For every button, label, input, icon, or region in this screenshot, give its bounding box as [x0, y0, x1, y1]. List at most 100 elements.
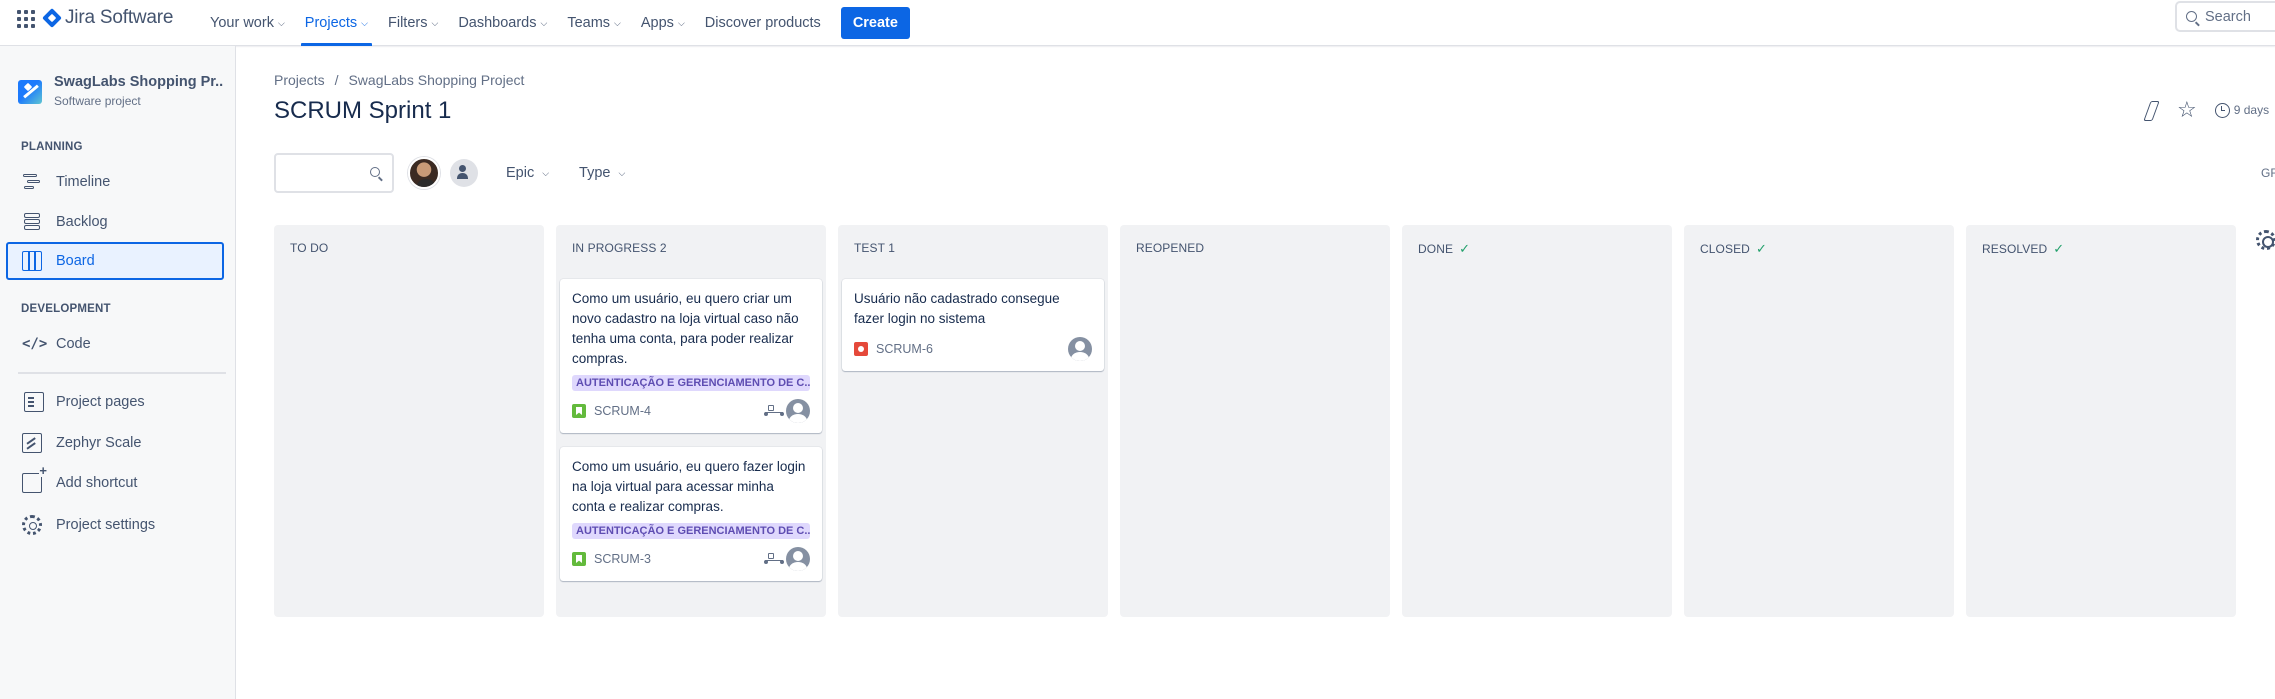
- project-name: SwagLabs Shopping Pr...: [54, 74, 224, 90]
- search-icon: [2186, 11, 2197, 22]
- assignee-avatar[interactable]: [1068, 337, 1092, 361]
- sidebar-item-zephyr-scale[interactable]: Zephyr Scale: [6, 424, 224, 462]
- column-title: RESOLVED: [1982, 242, 2048, 256]
- code-icon: </>: [22, 336, 48, 352]
- automation-icon[interactable]: [2143, 100, 2159, 120]
- type-filter-label: Type: [579, 165, 611, 181]
- sidebar: SwagLabs Shopping Pr... Software project…: [0, 46, 236, 699]
- logo-text: Jira Software: [65, 7, 174, 28]
- assignee-avatar[interactable]: [786, 399, 810, 423]
- column-header: IN PROGRESS 2: [572, 241, 667, 255]
- project-header[interactable]: SwagLabs Shopping Pr... Software project: [18, 74, 224, 108]
- epic-filter-button[interactable]: Epic ⌵: [500, 157, 555, 189]
- sidebar-item-board[interactable]: Board: [6, 242, 224, 280]
- add-shortcut-icon: [22, 465, 47, 493]
- board-column-done[interactable]: DONE ✓: [1402, 225, 1672, 617]
- sidebar-item-backlog[interactable]: Backlog: [6, 203, 224, 241]
- sidebar-item-label: Zephyr Scale: [56, 435, 142, 451]
- create-button[interactable]: Create: [840, 7, 910, 39]
- clock-icon: [2214, 102, 2230, 118]
- issue-card-scrum-3[interactable]: Como um usuário, eu quero fazer login na…: [560, 447, 822, 581]
- page-title: SCRUM Sprint 1: [274, 97, 452, 124]
- sprint-time-remaining[interactable]: 9 days: [2214, 102, 2269, 118]
- epic-lozenge[interactable]: AUTENTICAÇÃO E GERENCIAMENTO DE C...: [572, 375, 810, 391]
- nav-filters[interactable]: Filters ⌵: [378, 0, 448, 46]
- board-settings-icon[interactable]: [2256, 230, 2275, 250]
- child-issues-icon[interactable]: [764, 553, 784, 566]
- column-header: DONE ✓: [1418, 241, 1470, 257]
- check-icon: ✓: [1755, 241, 1767, 256]
- card-footer: SCRUM-6: [854, 337, 1092, 361]
- assignee-avatar[interactable]: [786, 547, 810, 571]
- nav-label: Filters: [388, 15, 428, 31]
- story-icon: [572, 404, 586, 418]
- sidebar-item-label: Project pages: [56, 394, 145, 410]
- column-title: IN PROGRESS 2: [572, 241, 667, 255]
- type-filter-button[interactable]: Type ⌵: [573, 157, 631, 189]
- epic-lozenge[interactable]: AUTENTICAÇÃO E GERENCIAMENTO DE C...: [572, 523, 810, 539]
- pages-icon: [24, 392, 44, 412]
- nav-label: Apps: [640, 15, 674, 31]
- global-search-input[interactable]: Search: [2175, 1, 2275, 32]
- column-title: TEST 1: [854, 241, 896, 255]
- planning-section-label: PLANNING: [21, 141, 83, 153]
- issue-key[interactable]: SCRUM-4: [594, 404, 651, 418]
- board-column-test[interactable]: TEST 1 Usuário não cadastrado consegue f…: [838, 225, 1108, 617]
- nav-apps[interactable]: Apps ⌵: [631, 0, 695, 46]
- board-search-input[interactable]: [274, 153, 394, 193]
- bug-icon: [854, 342, 868, 356]
- breadcrumb-project[interactable]: SwagLabs Shopping Project: [348, 72, 524, 88]
- add-people-icon[interactable]: [450, 159, 478, 187]
- settings-icon: [22, 515, 42, 535]
- column-header: TEST 1: [854, 241, 895, 255]
- issue-key[interactable]: SCRUM-3: [594, 552, 651, 566]
- nav-label: Projects: [304, 15, 358, 31]
- sidebar-item-label: Project settings: [56, 517, 156, 533]
- sidebar-item-label: Backlog: [56, 214, 108, 230]
- chevron-down-icon: ⌵: [618, 167, 626, 178]
- board-column-closed[interactable]: CLOSED ✓: [1684, 225, 1954, 617]
- board-column-resolved[interactable]: RESOLVED ✓: [1966, 225, 2236, 617]
- epic-filter-label: Epic: [506, 165, 535, 181]
- breadcrumb-separator: /: [334, 72, 339, 88]
- sidebar-item-add-shortcut[interactable]: Add shortcut: [6, 464, 224, 502]
- jira-logo[interactable]: Jira Software: [42, 6, 174, 30]
- nav-label: Discover products: [704, 15, 821, 31]
- child-issues-icon[interactable]: [764, 405, 784, 418]
- nav-label: Teams: [567, 15, 611, 31]
- column-header: TO DO: [290, 241, 328, 255]
- sidebar-item-code[interactable]: </> Code: [6, 325, 224, 363]
- issue-card-scrum-4[interactable]: Como um usuário, eu quero criar um novo …: [560, 279, 822, 433]
- star-icon[interactable]: ☆: [2177, 99, 2197, 121]
- search-icon: [370, 167, 380, 177]
- board-column-in-progress[interactable]: IN PROGRESS 2 Como um usuário, eu quero …: [556, 225, 826, 617]
- sidebar-item-project-settings[interactable]: Project settings: [6, 506, 224, 544]
- timeline-icon: [22, 172, 42, 192]
- card-summary: Como um usuário, eu quero criar um novo …: [572, 291, 799, 366]
- board-icon: [22, 251, 42, 271]
- issue-key[interactable]: SCRUM-6: [876, 342, 933, 356]
- project-type: Software project: [54, 94, 141, 108]
- sidebar-item-label: Timeline: [56, 174, 111, 190]
- nav-discover-products[interactable]: Discover products: [695, 0, 831, 46]
- breadcrumb-projects[interactable]: Projects: [274, 72, 325, 88]
- column-header: CLOSED ✓: [1700, 241, 1767, 257]
- backlog-icon: [22, 212, 42, 232]
- sidebar-item-project-pages[interactable]: Project pages: [6, 383, 224, 421]
- board-column-reopened[interactable]: REOPENED: [1120, 225, 1390, 617]
- nav-dashboards[interactable]: Dashboards ⌵: [448, 0, 557, 46]
- nav-your-work[interactable]: Your work ⌵: [200, 0, 295, 46]
- group-by-label[interactable]: GR: [2261, 166, 2275, 180]
- column-title: REOPENED: [1136, 241, 1205, 255]
- nav-teams[interactable]: Teams ⌵: [557, 0, 631, 46]
- app-switcher-icon[interactable]: [14, 8, 36, 30]
- check-icon: ✓: [1459, 241, 1471, 256]
- avatar[interactable]: [408, 157, 440, 189]
- board-column-to-do[interactable]: TO DO: [274, 225, 544, 617]
- nav-label: Your work: [210, 15, 274, 31]
- issue-card-scrum-6[interactable]: Usuário não cadastrado consegue fazer lo…: [842, 279, 1104, 371]
- nav-projects[interactable]: Projects ⌵: [295, 0, 378, 46]
- check-icon: ✓: [2053, 241, 2065, 256]
- sidebar-item-timeline[interactable]: Timeline: [6, 163, 224, 201]
- card-footer: SCRUM-4: [572, 399, 810, 423]
